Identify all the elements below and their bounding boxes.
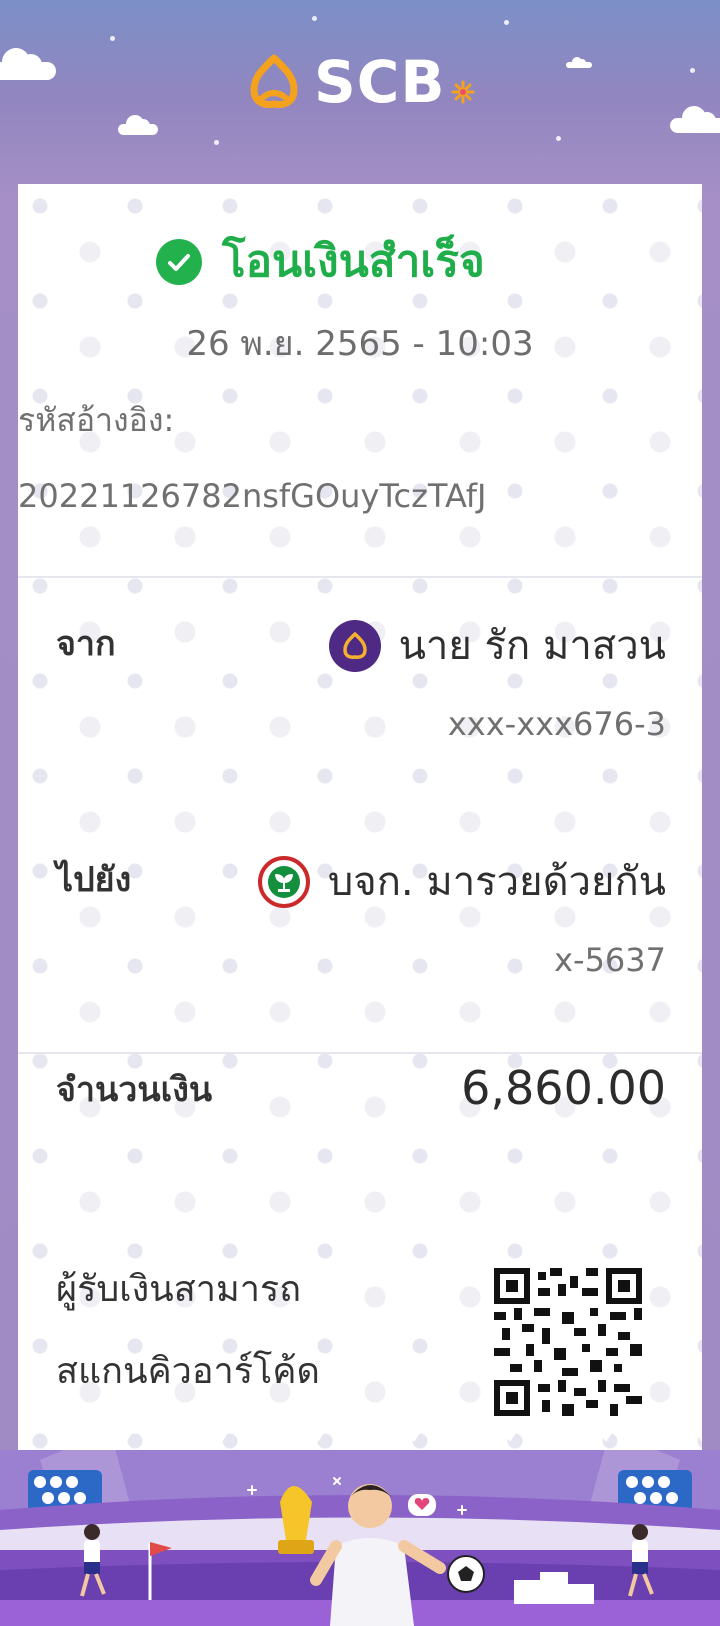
scb-logo: SCB — [246, 52, 476, 112]
from-party: นาย รัก มาสวน — [328, 620, 666, 672]
scb-logo-icon — [250, 54, 298, 108]
reference-value: 20221126782nsfGOuyTczTAfJ — [18, 477, 487, 515]
star-decoration — [110, 36, 115, 41]
transfer-receipt-card: โอนเงินสำเร็จ 26 พ.ย. 2565 - 10:03 รหัสอ… — [18, 184, 702, 1450]
qr-code — [494, 1268, 642, 1416]
star-decoration — [690, 68, 695, 73]
football-illustration — [0, 1450, 720, 1626]
to-label: ไปยัง — [56, 860, 132, 900]
qr-note-line1: ผู้รับเงินสามารถ — [56, 1269, 302, 1310]
sender-name: นาย รัก มาสวน — [398, 623, 666, 669]
star-decoration — [312, 16, 317, 21]
to-party: บจก. มารวยด้วยกัน — [257, 856, 666, 908]
divider — [18, 576, 702, 578]
qr-note-line2: สแกนคิวอาร์โค้ด — [56, 1351, 320, 1392]
sparkle-icon — [451, 80, 475, 104]
recipient-account: x-5637 — [554, 941, 666, 979]
check-circle-icon — [156, 239, 202, 285]
sender-account: xxx-xxx676-3 — [447, 705, 666, 743]
reference-label: รหัสอ้างอิง: — [18, 401, 175, 439]
amount-label: จำนวนเงิน — [56, 1070, 213, 1110]
cloud-decoration — [566, 57, 592, 68]
cloud-decoration — [0, 48, 56, 80]
divider — [18, 1052, 702, 1054]
star-decoration — [504, 20, 509, 25]
recipient-name: บจก. มารวยด้วยกัน — [327, 859, 666, 905]
cloud-decoration — [118, 115, 158, 135]
cloud-decoration — [670, 106, 720, 133]
transfer-status: โอนเงินสำเร็จ — [156, 234, 485, 290]
status-text: โอนเงินสำเร็จ — [222, 236, 485, 287]
football-banner — [0, 1450, 720, 1626]
transfer-datetime: 26 พ.ย. 2565 - 10:03 — [186, 324, 534, 364]
amount-value: 6,860.00 — [461, 1061, 666, 1115]
brand-name: SCB — [314, 48, 446, 116]
from-label: จาก — [56, 624, 116, 664]
header: SCB — [0, 0, 720, 180]
star-decoration — [214, 140, 219, 145]
kbank-bank-icon — [257, 856, 310, 908]
scb-bank-icon — [328, 620, 381, 672]
star-decoration — [556, 136, 561, 141]
